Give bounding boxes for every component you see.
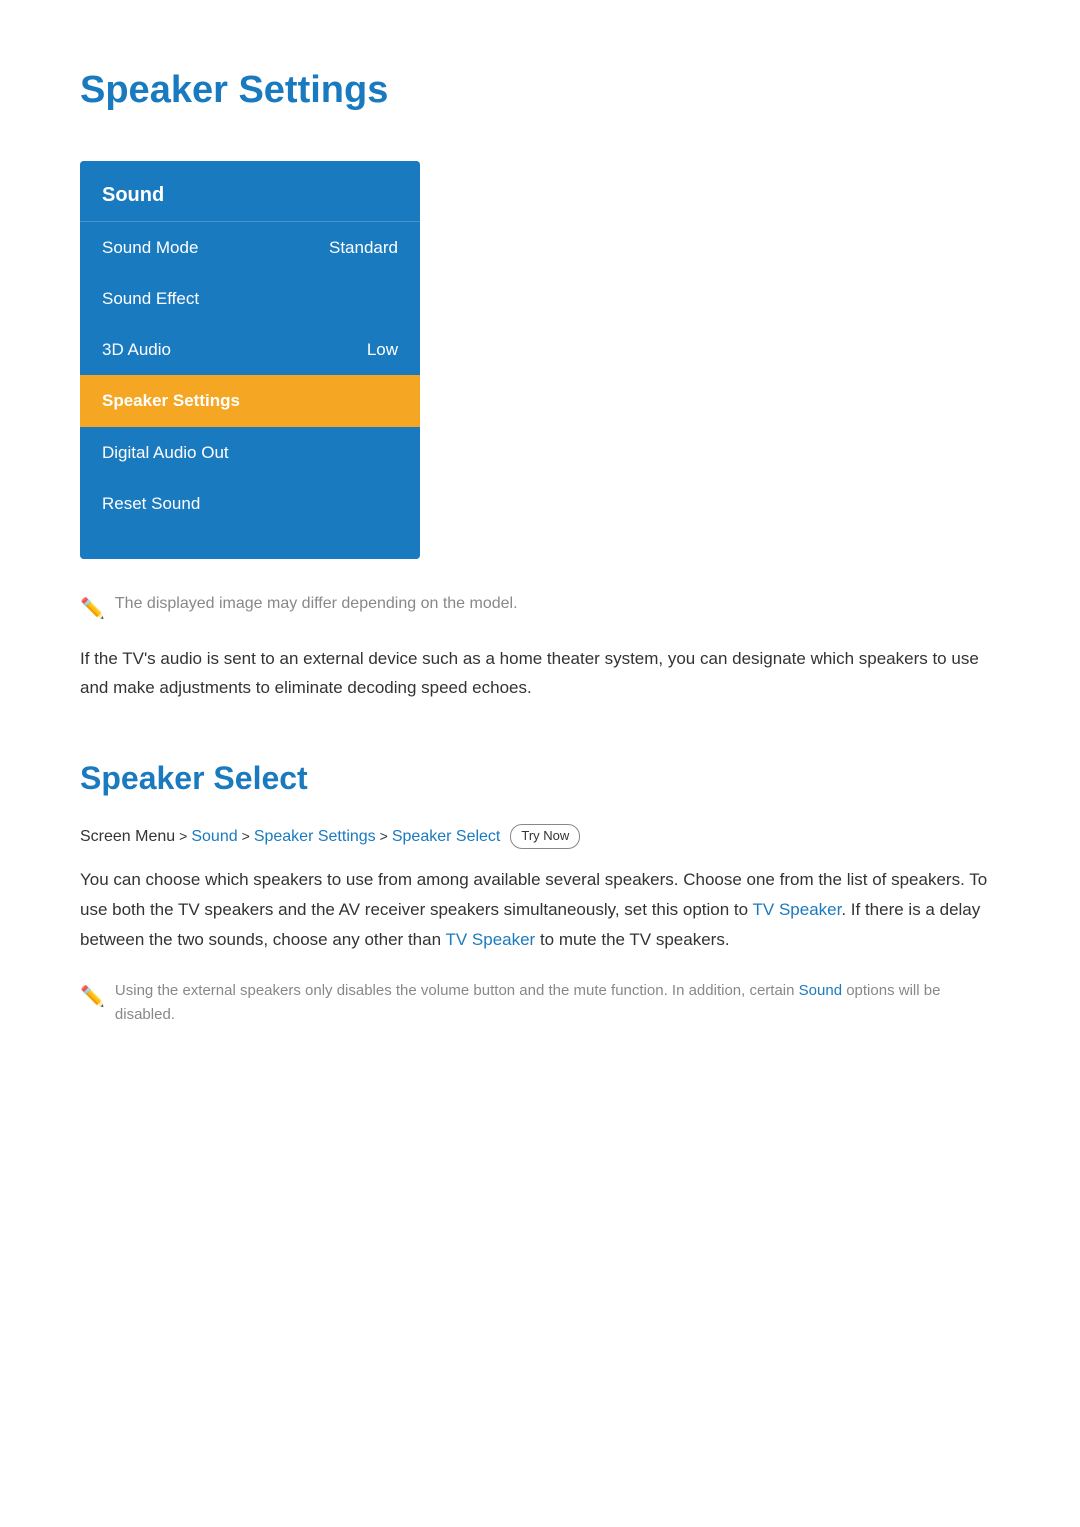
menu-box: Sound Sound Mode Standard Sound Effect 3… bbox=[80, 161, 420, 559]
menu-header: Sound bbox=[80, 161, 420, 222]
breadcrumb-chevron-2: > bbox=[242, 825, 250, 847]
breadcrumb-chevron-1: > bbox=[179, 825, 187, 847]
page-description: If the TV's audio is sent to an external… bbox=[80, 645, 1000, 703]
menu-item-sound-effect[interactable]: Sound Effect bbox=[80, 273, 420, 324]
speaker-select-body: You can choose which speakers to use fro… bbox=[80, 865, 1000, 954]
tv-speaker-link-2[interactable]: TV Speaker bbox=[445, 930, 535, 949]
menu-note-text: The displayed image may differ depending… bbox=[115, 591, 518, 617]
menu-item-label: 3D Audio bbox=[102, 336, 171, 363]
menu-item-label: Digital Audio Out bbox=[102, 439, 229, 466]
tv-speaker-link-1[interactable]: TV Speaker bbox=[753, 900, 842, 919]
breadcrumb-speaker-select-link[interactable]: Speaker Select bbox=[392, 824, 501, 850]
menu-item-label: Sound Mode bbox=[102, 234, 198, 261]
menu-item-digital-audio-out[interactable]: Digital Audio Out bbox=[80, 427, 420, 478]
page-title: Speaker Settings bbox=[80, 60, 1000, 121]
breadcrumb-speaker-settings-link[interactable]: Speaker Settings bbox=[254, 824, 376, 850]
menu-item-value: Low bbox=[367, 336, 398, 363]
menu-item-value: Standard bbox=[329, 234, 398, 261]
speaker-select-note-row: ✏️ Using the external speakers only disa… bbox=[80, 979, 1000, 1027]
breadcrumb-screen-menu: Screen Menu bbox=[80, 824, 175, 850]
menu-item-3d-audio[interactable]: 3D Audio Low bbox=[80, 324, 420, 375]
menu-item-label: Speaker Settings bbox=[102, 387, 240, 414]
breadcrumb: Screen Menu > Sound > Speaker Settings >… bbox=[80, 824, 1000, 850]
menu-spacer bbox=[80, 529, 420, 559]
menu-item-sound-mode[interactable]: Sound Mode Standard bbox=[80, 222, 420, 273]
breadcrumb-sound-link[interactable]: Sound bbox=[191, 824, 237, 850]
menu-note-row: ✏️ The displayed image may differ depend… bbox=[80, 591, 1000, 625]
breadcrumb-chevron-3: > bbox=[380, 825, 388, 847]
pencil-icon-2: ✏️ bbox=[80, 981, 105, 1013]
sound-note-link[interactable]: Sound bbox=[799, 982, 842, 999]
pencil-icon: ✏️ bbox=[80, 593, 105, 625]
speaker-select-note-text: Using the external speakers only disable… bbox=[115, 979, 1000, 1027]
try-now-badge[interactable]: Try Now bbox=[510, 824, 580, 849]
menu-item-reset-sound[interactable]: Reset Sound bbox=[80, 478, 420, 529]
speaker-select-title: Speaker Select bbox=[80, 753, 1000, 804]
menu-item-label: Reset Sound bbox=[102, 490, 200, 517]
menu-item-label: Sound Effect bbox=[102, 285, 199, 312]
menu-item-speaker-settings[interactable]: Speaker Settings bbox=[80, 375, 420, 426]
